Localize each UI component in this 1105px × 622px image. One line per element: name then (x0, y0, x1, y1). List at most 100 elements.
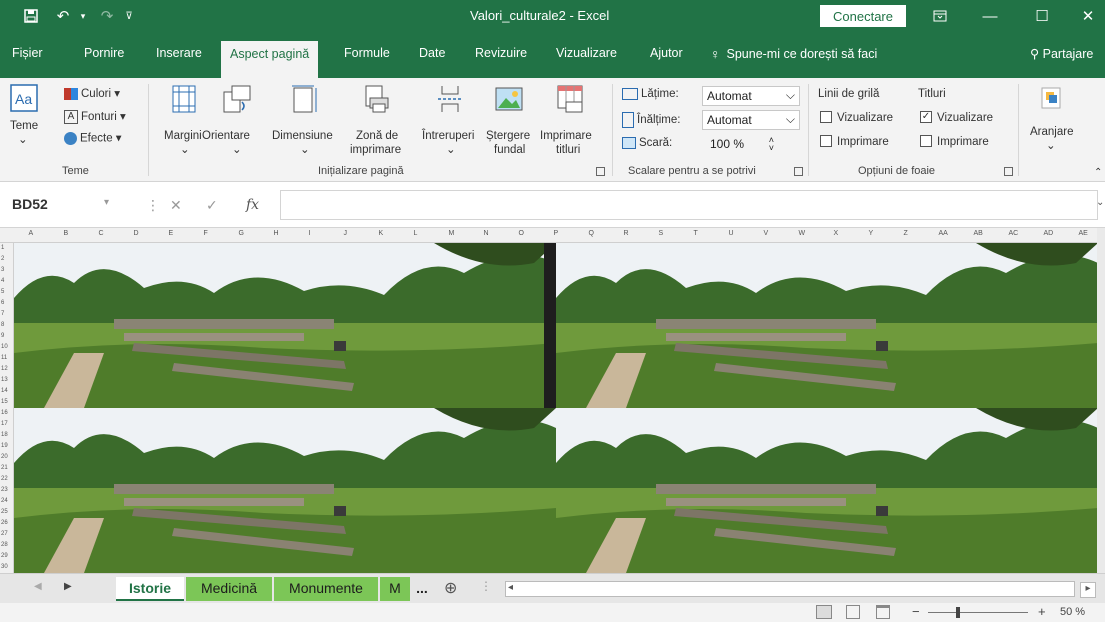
row-header[interactable]: 24 (1, 498, 8, 504)
row-header[interactable]: 2 (1, 256, 4, 262)
row-header[interactable]: 19 (1, 443, 8, 449)
row-header[interactable]: 16 (1, 410, 8, 416)
scale-launcher-icon[interactable] (794, 167, 803, 176)
scroll-left-icon[interactable]: ◂ (508, 582, 513, 593)
gridlines-view-checkbox[interactable]: Vizualizare (820, 111, 893, 125)
size-button[interactable]: Dimensiune (272, 130, 333, 143)
column-header[interactable]: AD (1044, 230, 1054, 237)
row-header[interactable]: 11 (1, 355, 7, 361)
column-header[interactable]: I (309, 230, 311, 237)
zoom-out-icon[interactable]: − (912, 604, 920, 619)
undo-dropdown-icon[interactable]: ▾ (72, 6, 94, 26)
enter-check-icon[interactable]: ✓ (206, 197, 218, 214)
connect-button[interactable]: Conectare (820, 5, 906, 27)
sheet-tab-medicina[interactable]: Medicină (186, 577, 272, 601)
row-header[interactable]: 4 (1, 278, 4, 284)
column-header[interactable]: D (134, 230, 139, 237)
print-area-line2[interactable]: imprimare (350, 144, 401, 157)
arrange-icon[interactable] (1038, 84, 1066, 114)
print-area-icon[interactable] (362, 84, 390, 114)
print-area-line1[interactable]: Zonă de (356, 130, 398, 143)
row-header[interactable]: 22 (1, 476, 8, 482)
zoom-level[interactable]: 50 % (1060, 606, 1085, 618)
orientation-button[interactable]: Orientare (202, 130, 250, 143)
size-icon[interactable] (290, 84, 318, 114)
horizontal-scrollbar[interactable]: ◂ (505, 581, 1075, 597)
headings-view-checkbox[interactable]: ✓ Vizualizare (920, 111, 993, 125)
formula-input[interactable] (280, 190, 1098, 220)
breaks-dropdown-icon[interactable]: ⌄ (446, 144, 456, 157)
column-header[interactable]: B (64, 230, 69, 237)
column-header[interactable]: X (834, 230, 839, 237)
zoom-in-icon[interactable]: + (1038, 604, 1046, 619)
orientation-icon[interactable] (222, 84, 251, 114)
column-header[interactable]: G (239, 230, 244, 237)
minimize-icon[interactable]: — (970, 4, 1010, 28)
margins-button[interactable]: Margini (164, 130, 202, 143)
row-header[interactable]: 14 (1, 388, 8, 394)
column-header[interactable]: Y (869, 230, 874, 237)
breaks-button[interactable]: Întreruperi (422, 130, 474, 143)
column-header[interactable]: N (484, 230, 489, 237)
name-box[interactable]: BD52 (8, 192, 128, 216)
save-icon[interactable] (20, 6, 42, 26)
column-header[interactable]: F (204, 230, 208, 237)
row-header[interactable]: 21 (1, 465, 8, 471)
tab-formulas[interactable]: Formule (344, 46, 390, 60)
column-header[interactable]: A (29, 230, 34, 237)
row-header[interactable]: 15 (1, 399, 8, 405)
column-header[interactable]: AE (1079, 230, 1088, 237)
cancel-icon[interactable]: ✕ (170, 197, 182, 214)
column-header[interactable]: J (344, 230, 348, 237)
scroll-right-icon[interactable]: ▸ (1080, 582, 1096, 598)
spinner-arrows-icon[interactable]: ˄ ˅ (769, 136, 774, 153)
tab-help[interactable]: Ajutor (650, 46, 683, 60)
tab-data[interactable]: Date (419, 46, 445, 60)
column-header[interactable]: M (449, 230, 455, 237)
arrange-dropdown-icon[interactable]: ⌄ (1046, 140, 1056, 153)
tab-view[interactable]: Vizualizare (556, 46, 617, 60)
sheet-background-area[interactable] (14, 243, 1099, 573)
gridlines-print-checkbox[interactable]: Imprimare (820, 135, 889, 149)
arrange-button[interactable]: Aranjare (1030, 126, 1073, 139)
more-sheets-button[interactable]: ... (412, 577, 432, 601)
scroll-tabs-left-icon[interactable]: ◀ (34, 581, 42, 592)
tab-insert[interactable]: Inserare (156, 46, 202, 60)
row-header[interactable]: 8 (1, 322, 4, 328)
undo-icon[interactable]: ↶ (52, 6, 74, 26)
column-header[interactable]: AA (939, 230, 948, 237)
row-header[interactable]: 30 (1, 564, 8, 570)
page-setup-launcher-icon[interactable] (596, 167, 605, 176)
row-header[interactable]: 17 (1, 421, 8, 427)
margins-dropdown-icon[interactable]: ⌄ (180, 144, 190, 157)
column-header[interactable]: T (694, 230, 698, 237)
name-box-dropdown-icon[interactable]: ▾ (104, 197, 109, 208)
sheet-options-launcher-icon[interactable] (1004, 167, 1013, 176)
row-header[interactable]: 25 (1, 509, 8, 515)
fonts-button[interactable]: A Fonturi ▾ (64, 110, 126, 124)
row-header[interactable]: 23 (1, 487, 8, 493)
tab-review[interactable]: Revizuire (475, 46, 527, 60)
tab-page-layout[interactable]: Aspect pagină (221, 41, 319, 78)
expand-formula-bar-icon[interactable]: ⌄ (1096, 197, 1104, 208)
page-break-view-icon[interactable] (876, 605, 890, 619)
row-header[interactable]: 20 (1, 454, 8, 460)
zoom-slider-thumb[interactable] (956, 607, 960, 618)
column-header[interactable]: AB (974, 230, 983, 237)
tell-me-search[interactable]: ♀ Spune-mi ce dorești să faci (710, 46, 877, 62)
normal-view-icon[interactable] (816, 605, 832, 619)
effects-button[interactable]: Efecte ▾ (64, 132, 122, 146)
maximize-icon[interactable]: ☐ (1022, 4, 1062, 28)
width-select[interactable]: Automat ⌵ (702, 86, 800, 106)
row-header[interactable]: 7 (1, 311, 4, 317)
tab-file[interactable]: Fișier (12, 46, 43, 60)
size-dropdown-icon[interactable]: ⌄ (300, 144, 310, 157)
column-header[interactable]: R (624, 230, 629, 237)
page-layout-view-icon[interactable] (846, 605, 860, 619)
column-header[interactable]: L (414, 230, 418, 237)
headings-print-checkbox[interactable]: Imprimare (920, 135, 989, 149)
row-header[interactable]: 12 (1, 366, 8, 372)
column-header[interactable]: Q (589, 230, 594, 237)
sheet-tab-istorie[interactable]: Istorie (116, 577, 184, 601)
sheet-tab-m[interactable]: M (380, 577, 410, 601)
